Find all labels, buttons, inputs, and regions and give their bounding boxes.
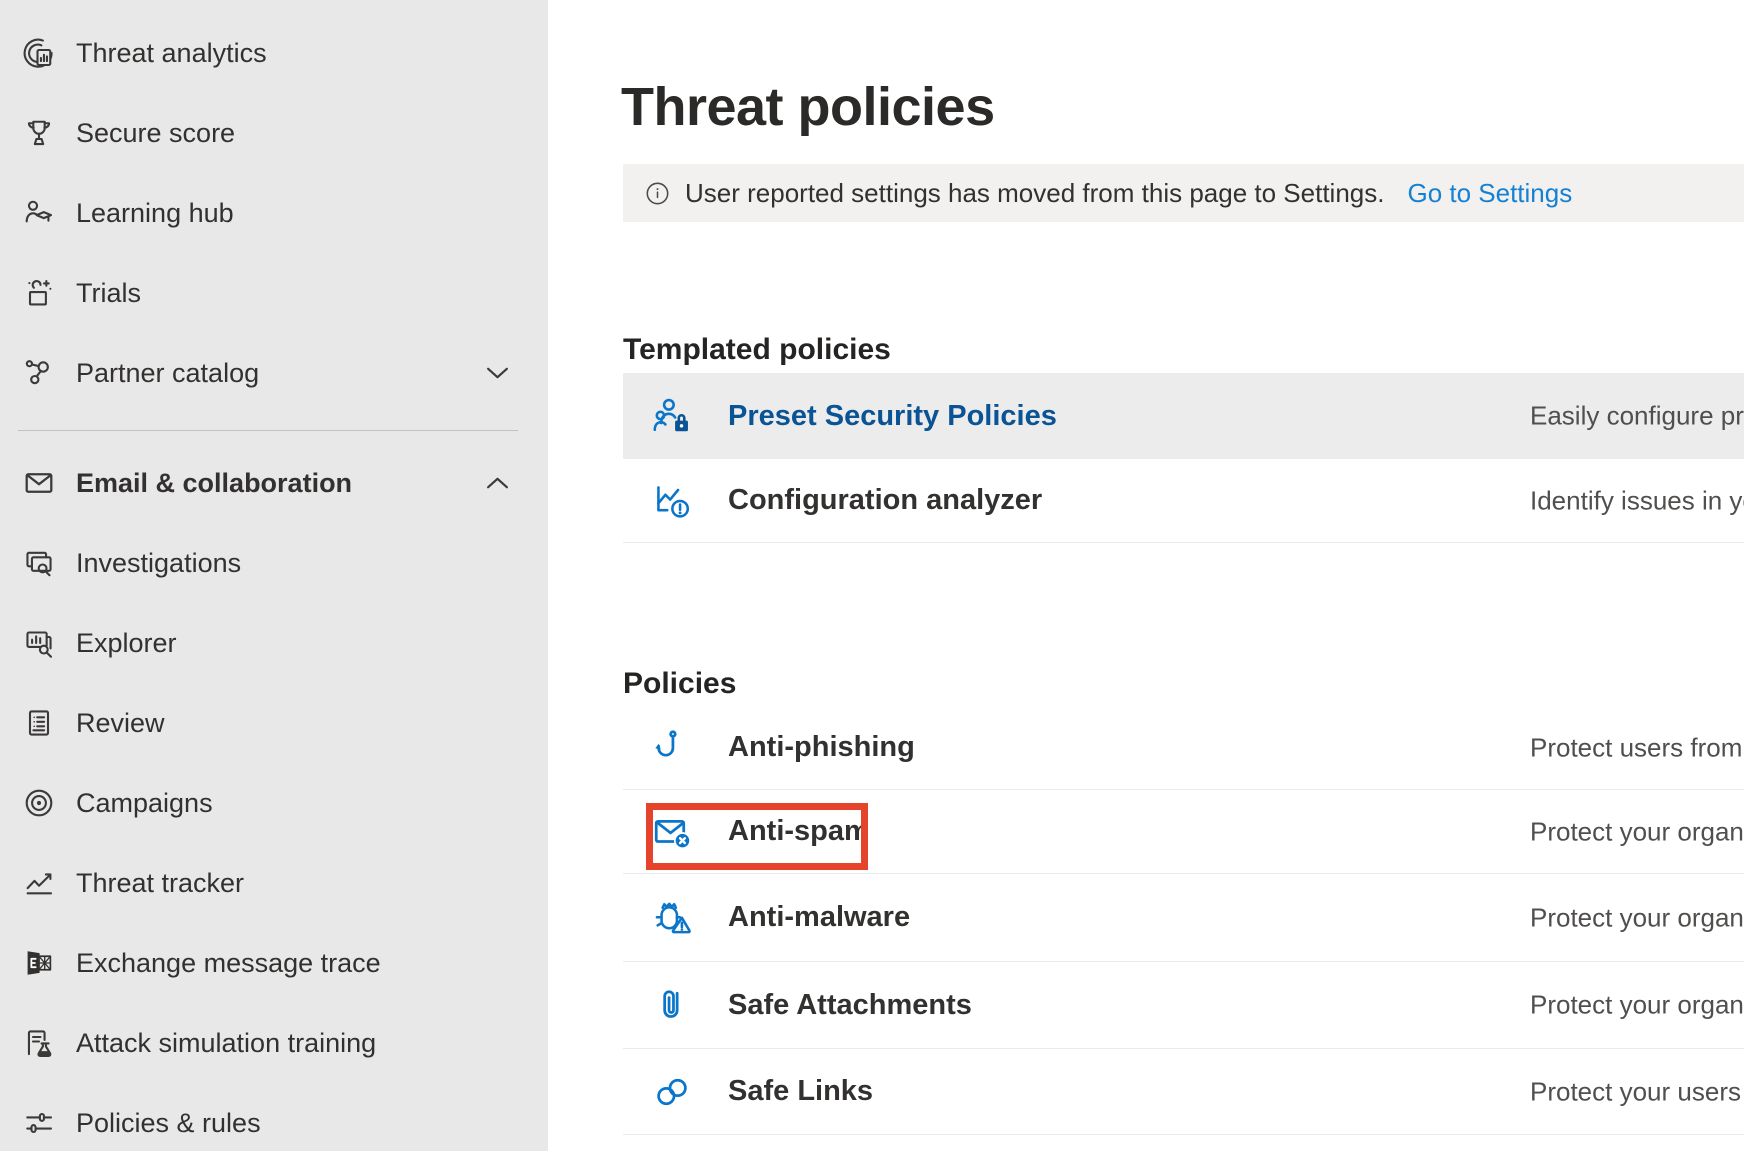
policies-heading: Policies xyxy=(623,667,736,701)
sidebar-divider xyxy=(18,430,518,431)
row-description: Protect users from p xyxy=(1530,732,1744,763)
row-description: Easily configure prot xyxy=(1530,401,1744,432)
row-safe-links[interactable]: Safe Links Protect your users fr xyxy=(623,1049,1744,1135)
row-description: Protect your organiz xyxy=(1530,816,1744,847)
sidebar-item-learning-hub[interactable]: Learning hub xyxy=(0,173,548,253)
row-description: Protect your organiz xyxy=(1530,902,1744,933)
row-description: Protect your organiz xyxy=(1530,990,1744,1021)
row-safe-attachments[interactable]: Safe Attachments Protect your organiz xyxy=(623,962,1744,1049)
partner-catalog-icon xyxy=(20,354,58,392)
go-to-settings-link[interactable]: Go to Settings xyxy=(1407,178,1572,209)
sidebar-section-email-collaboration[interactable]: Email & collaboration xyxy=(0,443,548,523)
row-label: Anti-malware xyxy=(728,901,910,934)
preset-security-policies-icon xyxy=(650,394,694,438)
sidebar-item-label: Campaigns xyxy=(76,788,213,819)
anti-malware-icon xyxy=(650,896,694,940)
sidebar-item-label: Threat analytics xyxy=(76,38,267,69)
row-label: Preset Security Policies xyxy=(728,400,1057,433)
sidebar-item-label: Trials xyxy=(76,278,141,309)
sidebar-item-label: Threat tracker xyxy=(76,868,244,899)
sidebar-item-review[interactable]: Review xyxy=(0,683,548,763)
email-collaboration-icon xyxy=(20,464,58,502)
sidebar-item-partner-catalog[interactable]: Partner catalog xyxy=(0,333,548,413)
info-banner: User reported settings has moved from th… xyxy=(623,164,1744,222)
left-navigation-sidebar: Threat analytics Secure score Learning h… xyxy=(0,0,548,1151)
row-anti-malware[interactable]: Anti-malware Protect your organiz xyxy=(623,874,1744,962)
sidebar-item-trials[interactable]: Trials xyxy=(0,253,548,333)
campaigns-icon xyxy=(20,784,58,822)
threat-analytics-icon xyxy=(20,34,58,72)
row-anti-phishing[interactable]: Anti-phishing Protect users from p xyxy=(623,706,1744,790)
info-icon xyxy=(645,181,670,206)
review-icon xyxy=(20,704,58,742)
main-content: Threat policies User reported settings h… xyxy=(548,0,1744,1151)
anti-spam-icon xyxy=(650,810,694,854)
exchange-message-trace-icon xyxy=(20,944,58,982)
templated-policies-heading: Templated policies xyxy=(623,333,891,367)
sidebar-item-threat-analytics[interactable]: Threat analytics xyxy=(0,13,548,93)
sidebar-item-secure-score[interactable]: Secure score xyxy=(0,93,548,173)
configuration-analyzer-icon xyxy=(650,479,694,523)
safe-attachments-icon xyxy=(650,983,694,1027)
row-preset-security-policies[interactable]: Preset Security Policies Easily configur… xyxy=(623,373,1744,459)
row-label: Safe Links xyxy=(728,1075,873,1108)
sidebar-item-policies-rules[interactable]: Policies & rules xyxy=(0,1083,548,1163)
row-label: Configuration analyzer xyxy=(728,484,1042,517)
sidebar-item-label: Attack simulation training xyxy=(76,1028,376,1059)
sidebar-item-label: Investigations xyxy=(76,548,241,579)
row-configuration-analyzer[interactable]: Configuration analyzer Identify issues i… xyxy=(623,459,1744,543)
learning-hub-icon xyxy=(20,194,58,232)
sidebar-item-investigations[interactable]: Investigations xyxy=(0,523,548,603)
anti-phishing-icon xyxy=(650,726,694,770)
row-label: Anti-phishing xyxy=(728,731,915,764)
safe-links-icon xyxy=(650,1070,694,1114)
secure-score-icon xyxy=(20,114,58,152)
sidebar-item-campaigns[interactable]: Campaigns xyxy=(0,763,548,843)
chevron-down-icon xyxy=(485,366,510,381)
page-title: Threat policies xyxy=(621,76,995,138)
banner-text: User reported settings has moved from th… xyxy=(685,178,1384,209)
row-description: Identify issues in you xyxy=(1530,485,1744,516)
policies-rules-icon xyxy=(20,1104,58,1142)
sidebar-item-label: Email & collaboration xyxy=(76,468,352,499)
row-label: Anti-spam xyxy=(728,815,870,848)
threat-tracker-icon xyxy=(20,864,58,902)
sidebar-item-explorer[interactable]: Explorer xyxy=(0,603,548,683)
sidebar-item-exchange-message-trace[interactable]: Exchange message trace xyxy=(0,923,548,1003)
explorer-icon xyxy=(20,624,58,662)
sidebar-item-threat-tracker[interactable]: Threat tracker xyxy=(0,843,548,923)
trials-icon xyxy=(20,274,58,312)
sidebar-item-label: Learning hub xyxy=(76,198,234,229)
sidebar-item-label: Partner catalog xyxy=(76,358,259,389)
sidebar-item-attack-simulation-training[interactable]: Attack simulation training xyxy=(0,1003,548,1083)
sidebar-item-label: Explorer xyxy=(76,628,177,659)
row-description: Protect your users fr xyxy=(1530,1076,1744,1107)
sidebar-item-label: Review xyxy=(76,708,165,739)
sidebar-item-label: Policies & rules xyxy=(76,1108,261,1139)
investigations-icon xyxy=(20,544,58,582)
attack-simulation-training-icon xyxy=(20,1024,58,1062)
row-label: Safe Attachments xyxy=(728,989,972,1022)
row-anti-spam[interactable]: Anti-spam Protect your organiz xyxy=(623,790,1744,874)
chevron-up-icon xyxy=(485,476,510,491)
sidebar-item-label: Secure score xyxy=(76,118,235,149)
sidebar-item-label: Exchange message trace xyxy=(76,948,381,979)
